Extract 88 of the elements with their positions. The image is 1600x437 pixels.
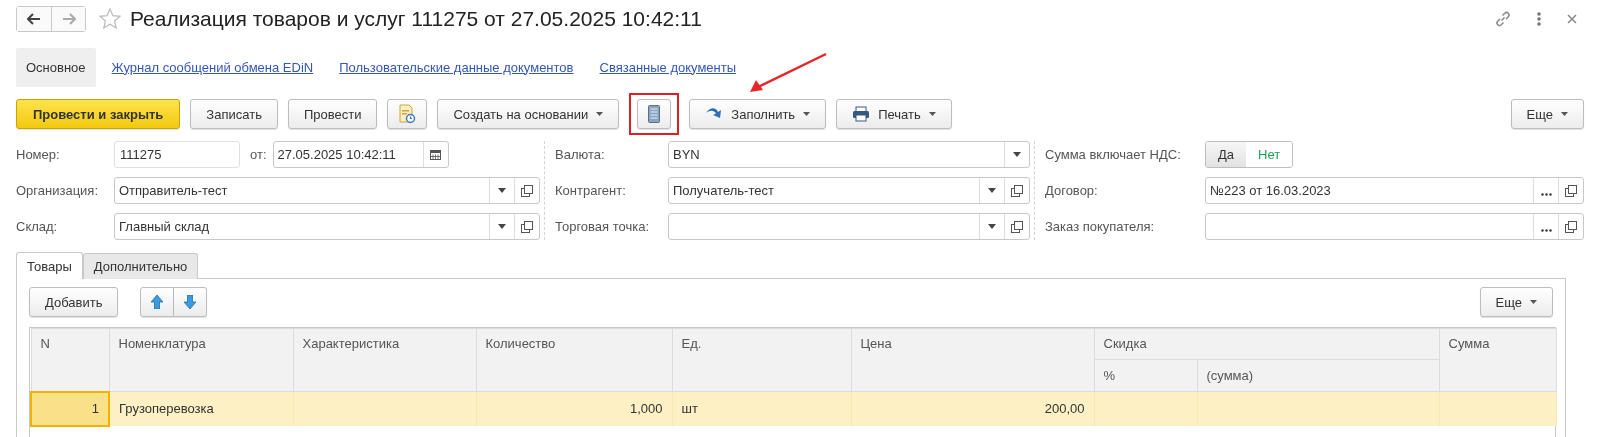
back-arrow-icon [27,13,41,25]
select-field[interactable]: Главный склад [114,213,540,240]
move-up-button[interactable] [140,287,175,317]
field-label: Склад: [16,219,59,234]
open-icon[interactable] [521,220,533,233]
field-label: Контрагент: [555,183,627,198]
add-button[interactable]: Добавить [29,287,119,317]
caret-icon [1530,300,1537,304]
field-label: Организация: [16,183,100,198]
column-header: Ед. [672,328,851,392]
open-icon[interactable] [1011,184,1023,197]
section-tab[interactable]: Основное [16,47,96,87]
dropdown-icon[interactable] [988,188,996,193]
column-header: Количество [476,328,672,392]
dropdown-icon[interactable] [1013,152,1021,157]
caret-icon [1561,112,1568,116]
table-cell: 1 [91,401,99,416]
post-and-close-button[interactable]: Провести и закрыть [16,99,181,129]
open-icon[interactable] [1565,220,1577,233]
field-label: Заказ покупателя: [1045,219,1156,234]
report-button[interactable] [387,99,428,129]
printer-icon [852,106,871,122]
field-label: Сумма включает НДС: [1045,147,1182,162]
open-icon[interactable] [1011,220,1023,233]
column-header: N [31,328,109,392]
table-cell: 200,00 [1044,401,1085,417]
table-cell: 1,000 [629,401,663,417]
column-header: % [1094,359,1197,392]
close-icon[interactable] [1566,13,1578,25]
more-button[interactable]: Еще [1479,287,1553,317]
more-icon[interactable] [1536,11,1542,27]
date-field[interactable]: 27.05.2025 10:42:11 [272,141,449,168]
section-link[interactable]: Пользовательские данные документов [329,47,584,87]
column-header: Номенклатура [109,328,293,392]
print-button[interactable]: Печать [836,99,952,129]
dropdown-icon[interactable] [498,224,506,229]
toggle-option[interactable]: Да [1206,142,1247,167]
more-button[interactable]: Еще [1510,99,1584,129]
caret-icon [596,112,604,116]
table-cell: шт [681,401,698,417]
fill-button[interactable]: Заполнить [689,99,827,129]
open-icon[interactable] [521,184,533,197]
column-header: Сумма [1439,328,1556,392]
column-header: Характеристика [293,328,476,392]
table-cell: Грузоперевозка [119,401,214,417]
ellipsis-icon[interactable] [1540,193,1552,196]
select-field[interactable] [1205,213,1584,240]
field-label: Торговая точка: [555,219,651,234]
select-field[interactable]: BYN [668,141,1030,168]
ellipsis-icon[interactable] [1540,229,1552,232]
select-field[interactable] [668,213,1030,240]
curved-arrow-icon [705,107,724,121]
caret-icon [928,112,936,116]
select-field[interactable]: Отправитель-тест [114,177,540,204]
dropdown-icon[interactable] [498,188,506,193]
field-label: Договор: [1045,183,1099,198]
column-header: (сумма) [1197,359,1439,392]
star-icon[interactable] [98,7,122,31]
section-link[interactable]: Журнал сообщений обмена EDiN [101,47,324,87]
down-arrow-icon [184,295,197,309]
column-header: Цена [851,328,1094,392]
caret-icon [803,112,811,116]
toolbar-button[interactable]: Записать [190,99,278,129]
dropdown-icon[interactable] [988,224,996,229]
field-label: Номер: [16,147,61,162]
field-label: Валюта: [555,147,606,162]
section-link[interactable]: Связанные документы [589,47,747,87]
select-field[interactable]: Получатель-тест [668,177,1030,204]
window-title: Реализация товаров и услуг 111275 от 27.05.2025 10:42:11 [130,7,702,31]
toolbar-button[interactable]: Провести [287,99,378,129]
select-field[interactable]: №223 от 16.03.2023 [1205,177,1584,204]
forward-arrow-icon [61,13,76,25]
column-header: Скидка [1094,328,1439,360]
link-icon[interactable] [1494,10,1512,28]
field-label: от: [250,147,267,162]
back-button[interactable] [17,7,51,31]
tab[interactable]: Товары [16,252,83,279]
list-icon [648,105,661,123]
number-field[interactable]: 111275 [114,141,240,168]
list-button[interactable] [637,99,672,129]
table-row[interactable]: 1 Грузоперевозка 1,000 шт 200,00 [31,391,1556,426]
up-arrow-icon [151,295,164,309]
move-down-button[interactable] [174,287,208,317]
create-based-on-button[interactable]: Создать на основании [437,99,620,129]
document-clock-icon [398,104,417,124]
open-icon[interactable] [1565,184,1577,197]
tab[interactable]: Дополнительно [82,253,199,279]
calendar-icon [430,149,441,160]
